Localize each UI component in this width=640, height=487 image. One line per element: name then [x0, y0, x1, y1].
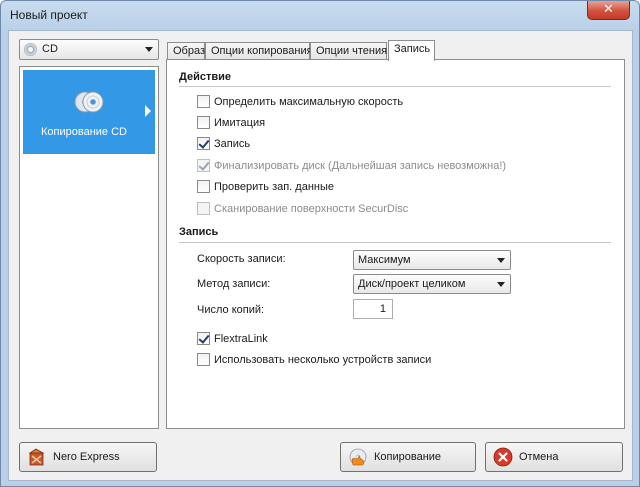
nero-express-icon	[28, 448, 45, 466]
tab-read-options-label: Опции чтения	[316, 45, 388, 57]
window-title: Новый проект	[10, 8, 88, 22]
task-item-copy-cd[interactable]: Копирование CD	[23, 70, 155, 154]
checkbox-box-disabled	[197, 202, 210, 215]
tab-panel-write: Действие Определить максимальную скорост…	[166, 59, 625, 429]
detect-max-speed-label: Определить максимальную скорость	[214, 95, 404, 108]
simulation-label: Имитация	[214, 116, 266, 129]
task-item-label: Копирование CD	[41, 126, 127, 138]
checkbox-box[interactable]	[197, 95, 210, 108]
cancel-button[interactable]: Отмена	[485, 442, 623, 472]
cd-icon	[24, 43, 37, 56]
securdisc-scan-label: Сканирование поверхности SecurDisc	[214, 202, 409, 215]
write-group-divider	[179, 242, 611, 243]
write-speed-dropdown[interactable]: Максимум	[353, 250, 511, 270]
cancel-icon	[493, 447, 513, 467]
securdisc-scan-checkbox: Сканирование поверхности SecurDisc	[197, 201, 408, 216]
finalize-disc-checkbox: Финализировать диск (Дальнейшая запись н…	[197, 158, 506, 173]
write-label: Запись	[214, 137, 251, 150]
verify-data-checkbox[interactable]: Проверить зап. данные	[197, 179, 334, 194]
action-group-divider	[179, 86, 611, 87]
tab-image[interactable]: Образ	[167, 42, 205, 60]
multiple-recorders-label: Использовать несколько устройств записи	[214, 353, 432, 366]
simulation-checkbox[interactable]: Имитация	[197, 115, 265, 130]
write-checkbox[interactable]: Запись	[197, 136, 250, 151]
tab-write[interactable]: Запись	[388, 40, 435, 61]
source-dropdown-value: CD	[42, 43, 58, 55]
chevron-down-icon	[497, 282, 505, 287]
chevron-down-icon	[497, 258, 505, 263]
checkbox-box[interactable]	[197, 180, 210, 193]
tab-image-label: Образ	[173, 45, 206, 57]
detect-max-speed-checkbox[interactable]: Определить максимальную скорость	[197, 94, 403, 109]
write-speed-value: Максимум	[358, 254, 411, 266]
checkbox-box[interactable]	[197, 116, 210, 129]
task-list: Копирование CD	[19, 66, 159, 429]
write-method-label: Метод записи:	[197, 278, 271, 290]
cancel-button-label: Отмена	[519, 451, 559, 463]
write-group-title: Запись	[179, 226, 219, 238]
tab-read-options[interactable]: Опции чтения	[310, 42, 387, 60]
checkbox-box-disabled	[197, 159, 210, 172]
action-group-title: Действие	[179, 71, 231, 83]
selection-arrow-icon	[145, 105, 151, 117]
copy-disc-icon	[74, 91, 104, 113]
checkbox-box-checked[interactable]	[197, 332, 210, 345]
flextralink-checkbox[interactable]: FlextraLink	[197, 331, 268, 346]
write-method-dropdown[interactable]: Диск/проект целиком	[353, 274, 511, 294]
finalize-disc-label: Финализировать диск (Дальнейшая запись н…	[214, 159, 507, 172]
tab-copy-options-label: Опции копирования	[211, 45, 313, 57]
dialog-body: CD Копирование CD Образ Опции копировани…	[8, 30, 633, 481]
multiple-recorders-checkbox[interactable]: Использовать несколько устройств записи	[197, 352, 431, 367]
write-speed-label: Скорость записи:	[197, 253, 286, 265]
tab-write-label: Запись	[394, 43, 431, 55]
flextralink-label: FlextraLink	[214, 332, 268, 345]
close-button[interactable]: ✕	[587, 1, 630, 20]
tab-copy-options[interactable]: Опции копирования	[205, 42, 313, 60]
copies-label: Число копий:	[197, 304, 265, 316]
write-method-value: Диск/проект целиком	[358, 278, 466, 290]
nero-express-button[interactable]: Nero Express	[19, 442, 157, 472]
nero-express-label: Nero Express	[53, 451, 120, 463]
title-bar[interactable]: Новый проект ✕	[1, 1, 639, 29]
checkbox-box[interactable]	[197, 353, 210, 366]
source-dropdown[interactable]: CD	[19, 39, 159, 60]
copy-button-label: Копирование	[374, 451, 442, 463]
burn-disc-icon	[349, 448, 367, 466]
copy-button[interactable]: Копирование	[340, 442, 476, 472]
dialog-window: Новый проект ✕ CD Копирование CD Образ О…	[0, 0, 640, 487]
copies-input[interactable]: 1	[353, 299, 393, 319]
verify-data-label: Проверить зап. данные	[214, 180, 335, 193]
close-icon: ✕	[603, 2, 614, 17]
chevron-down-icon	[145, 47, 153, 52]
checkbox-box-checked[interactable]	[197, 137, 210, 150]
